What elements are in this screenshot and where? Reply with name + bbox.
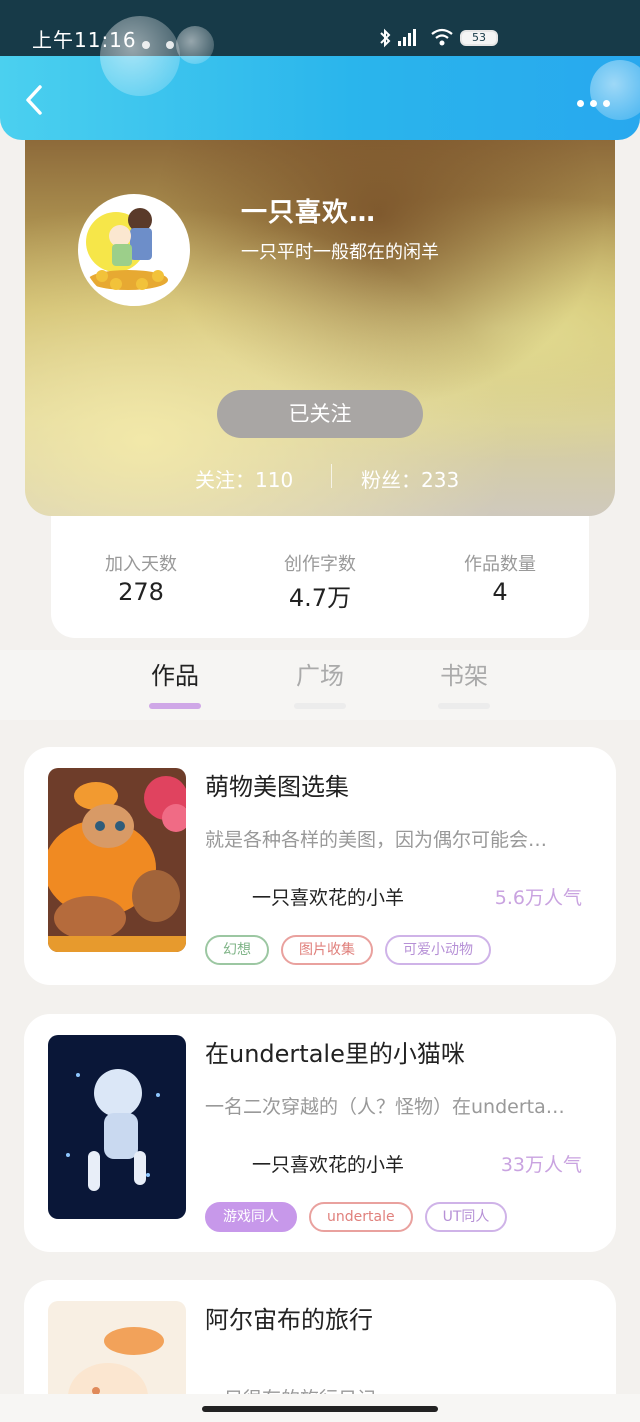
- work-title: 萌物美图选集: [205, 773, 349, 801]
- tab-square[interactable]: 广场: [280, 656, 360, 709]
- fans-count[interactable]: 粉丝：233: [361, 464, 459, 493]
- decoration-bubble: [176, 26, 214, 64]
- avatar-image: [82, 198, 186, 302]
- work-title: 在undertale里的小猫咪: [205, 1040, 465, 1068]
- work-description: 就是各种各样的美图，因为偶尔可能会…: [205, 829, 548, 851]
- stat-value: 4.7万: [288, 584, 352, 612]
- work-card[interactable]: 在undertale里的小猫咪 一名二次穿越的（人？怪物）在underta… 一…: [24, 1014, 616, 1252]
- tag-list: 幻想 图片收集 可爱小动物: [205, 935, 491, 965]
- work-cover[interactable]: [48, 1035, 186, 1219]
- tab-bookshelf[interactable]: 书架: [424, 656, 504, 709]
- status-bar: 上午11:16 53: [0, 0, 640, 60]
- avatar[interactable]: [78, 194, 190, 306]
- tab-indicator: [149, 703, 201, 709]
- work-popularity: 33万人气: [500, 1154, 582, 1176]
- stats-card: 加入天数 278 创作字数 4.7万 作品数量 4: [51, 516, 589, 638]
- more-icon[interactable]: [577, 100, 610, 107]
- user-bio: 一只平时一般都在的闲羊: [241, 242, 439, 263]
- tag[interactable]: undertale: [309, 1202, 413, 1232]
- tag-list: 游戏同人 undertale UT同人: [205, 1202, 508, 1232]
- tab-label: 书架: [440, 662, 488, 690]
- tag[interactable]: UT同人: [424, 1202, 508, 1232]
- wifi-icon: [431, 28, 453, 46]
- work-card[interactable]: 萌物美图选集 就是各种各样的美图，因为偶尔可能会… 一只喜欢花的小羊 5.6万人…: [24, 747, 616, 985]
- work-popularity: 5.6万人气: [494, 887, 582, 909]
- tag[interactable]: 幻想: [205, 935, 269, 965]
- stat-word-count: 创作字数 4.7万: [230, 550, 410, 613]
- work-title: 阿尔宙布的旅行: [205, 1306, 373, 1334]
- tab-works[interactable]: 作品: [135, 656, 215, 709]
- tag[interactable]: 可爱小动物: [385, 935, 491, 965]
- tab-label: 广场: [296, 662, 344, 690]
- profile-header: 一只喜欢… 一只平时一般都在的闲羊 已关注 关注：110 粉丝：233: [25, 140, 615, 516]
- divider: [331, 464, 332, 488]
- work-description: 一名二次穿越的（人？怪物）在underta…: [205, 1096, 565, 1118]
- decoration-bubble: [590, 60, 640, 120]
- cover-image: [48, 768, 186, 952]
- following-count[interactable]: 关注：110: [195, 464, 293, 493]
- cover-image: [48, 1035, 186, 1219]
- stat-work-count: 作品数量 4: [410, 550, 590, 606]
- tab-indicator: [438, 703, 490, 709]
- stat-value: 4: [492, 578, 508, 606]
- tag[interactable]: 图片收集: [281, 935, 373, 965]
- username: 一只喜欢…: [241, 198, 377, 228]
- tag[interactable]: 游戏同人: [205, 1202, 297, 1232]
- battery-indicator: 53: [460, 30, 498, 46]
- work-author: 一只喜欢花的小羊: [252, 1154, 405, 1176]
- decoration-bubble: [100, 16, 180, 96]
- follow-stats: 关注：110 粉丝：233: [25, 462, 615, 492]
- home-indicator[interactable]: [202, 1406, 438, 1412]
- stat-label: 作品数量: [464, 554, 536, 575]
- stat-label: 创作字数: [284, 554, 356, 575]
- follow-button[interactable]: 已关注: [217, 390, 423, 438]
- work-cover[interactable]: [48, 768, 186, 952]
- tab-label: 作品: [151, 662, 199, 690]
- stat-value: 278: [118, 578, 164, 606]
- signal-icon: [398, 28, 416, 46]
- bluetooth-icon: [380, 28, 391, 48]
- top-bar: [0, 16, 640, 140]
- tab-indicator: [294, 703, 346, 709]
- tab-bar: 作品 广场 书架: [0, 650, 640, 720]
- back-icon[interactable]: [22, 84, 46, 116]
- work-author: 一只喜欢花的小羊: [252, 887, 405, 909]
- stat-join-days: 加入天数 278: [51, 550, 231, 606]
- stat-label: 加入天数: [105, 554, 177, 575]
